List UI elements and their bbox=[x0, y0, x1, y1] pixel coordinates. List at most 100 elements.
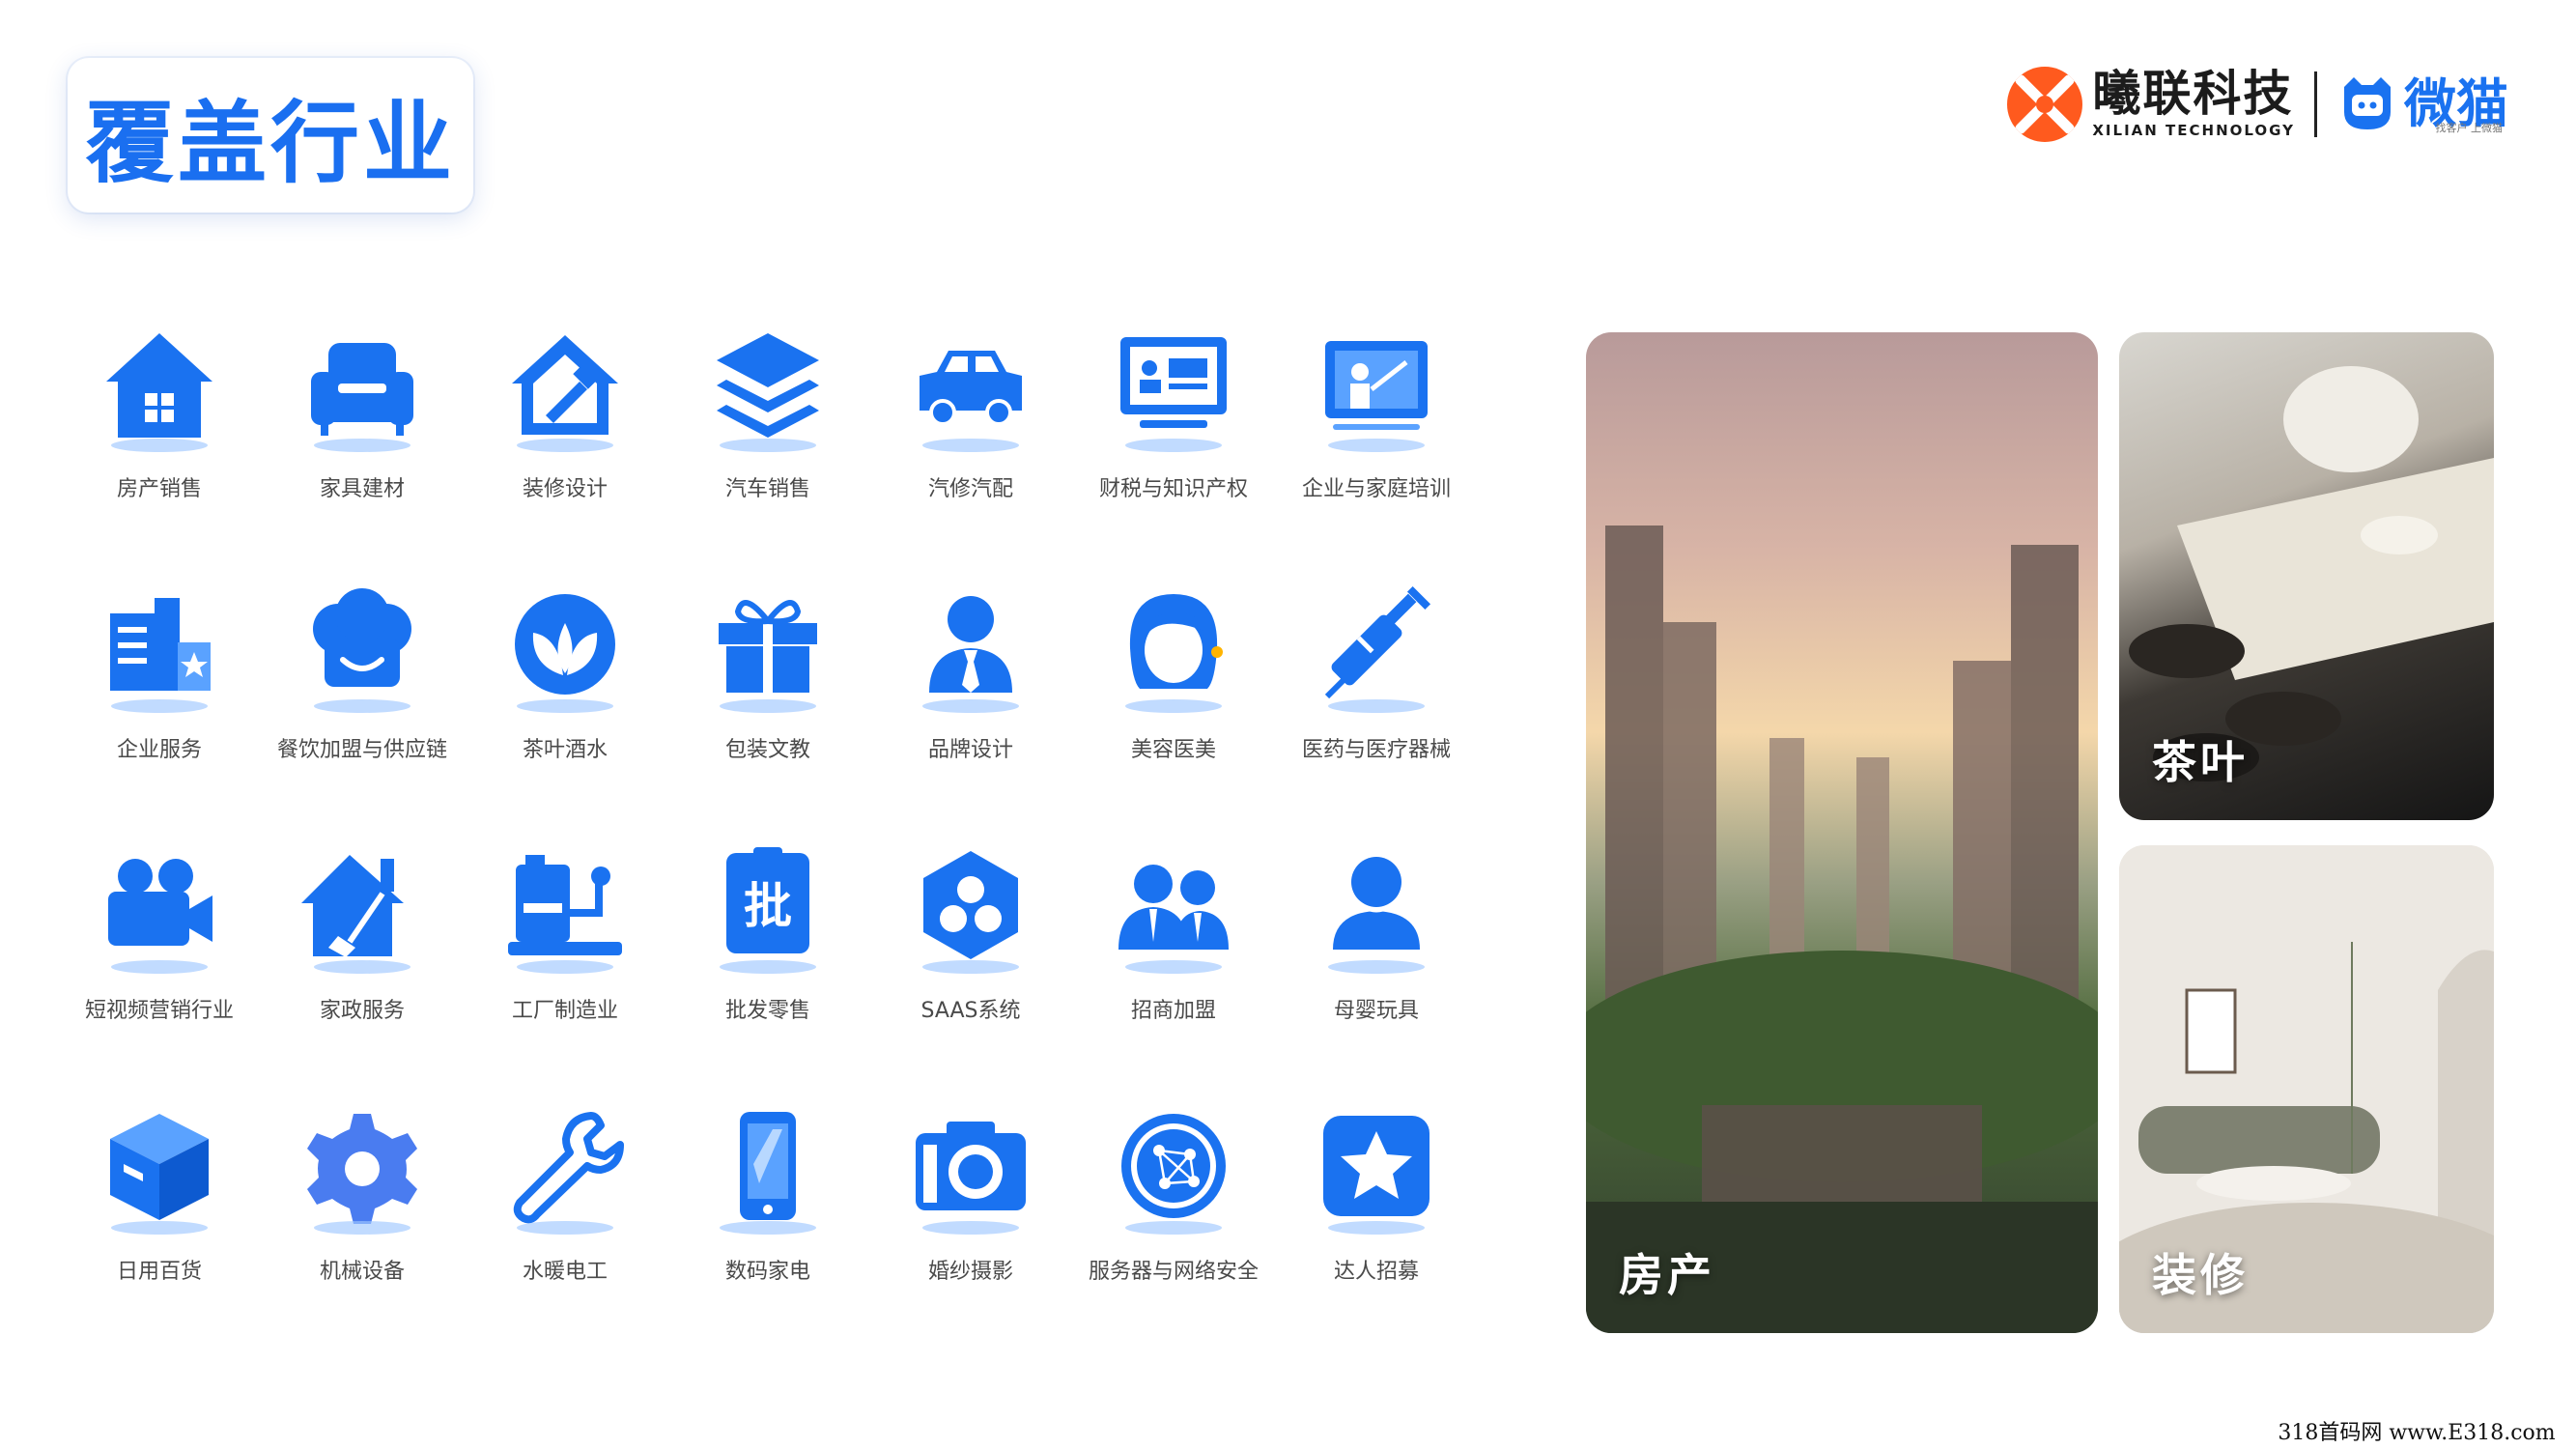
renovation-icon bbox=[497, 319, 633, 454]
industry-label: 美容医美 bbox=[1130, 738, 1216, 762]
sofa-icon bbox=[295, 319, 430, 454]
industry-item: 财税与知识产权 bbox=[1072, 319, 1275, 580]
industry-label: 机械设备 bbox=[319, 1260, 405, 1284]
industry-label: 批发零售 bbox=[724, 999, 810, 1023]
woman-icon bbox=[1106, 580, 1241, 715]
industry-item: 茶叶酒水 bbox=[464, 580, 666, 840]
cat-logo-icon bbox=[2344, 77, 2391, 129]
house-broom-icon bbox=[295, 840, 430, 976]
industry-item: 家具建材 bbox=[261, 319, 464, 580]
leaf-icon bbox=[497, 580, 633, 715]
xilian-logo-icon bbox=[2007, 67, 2083, 142]
industry-label: 包装文教 bbox=[724, 738, 810, 762]
industry-label: 招商加盟 bbox=[1130, 999, 1216, 1023]
industry-label: 茶叶酒水 bbox=[522, 738, 608, 762]
wholesale-icon: 批 bbox=[700, 840, 835, 976]
industry-item: 汽修汽配 bbox=[869, 319, 1072, 580]
house-icon bbox=[92, 319, 227, 454]
industry-label: 婚纱摄影 bbox=[927, 1260, 1013, 1284]
industry-item: 餐饮加盟与供应链 bbox=[261, 580, 464, 840]
title-card: 覆盖行业 bbox=[68, 58, 473, 213]
photo-tea: 茶叶 bbox=[2119, 332, 2494, 820]
layers-icon bbox=[700, 319, 835, 454]
industry-label: 工厂制造业 bbox=[511, 999, 618, 1023]
star-icon bbox=[1309, 1101, 1444, 1236]
training-icon bbox=[1309, 319, 1444, 454]
gear-icon bbox=[295, 1101, 430, 1236]
industry-label: 家政服务 bbox=[319, 999, 405, 1023]
phone-icon bbox=[700, 1101, 835, 1236]
partner-slogan: 找客户 上微猫 bbox=[2435, 122, 2504, 134]
industry-item: 房产销售 bbox=[58, 319, 261, 580]
industry-item: 招商加盟 bbox=[1072, 840, 1275, 1101]
industry-label: 企业服务 bbox=[116, 738, 202, 762]
industry-label: 短视频营销行业 bbox=[84, 999, 234, 1023]
industry-label: 汽修汽配 bbox=[927, 477, 1013, 501]
industry-label: 企业与家庭培训 bbox=[1301, 477, 1451, 501]
page-title: 覆盖行业 bbox=[84, 91, 456, 195]
industry-label: 财税与知识产权 bbox=[1098, 477, 1248, 501]
industry-label: 达人招募 bbox=[1333, 1260, 1419, 1284]
industry-label: 家具建材 bbox=[319, 477, 405, 501]
industry-item: 汽车销售 bbox=[666, 319, 869, 580]
industry-item: 装修设计 bbox=[464, 319, 666, 580]
industry-item: SAAS系统 bbox=[869, 840, 1072, 1101]
industry-item: 企业服务 bbox=[58, 580, 261, 840]
factory-machine-icon bbox=[497, 840, 633, 976]
industry-label: 汽车销售 bbox=[724, 477, 810, 501]
photo-renovation: 装修 bbox=[2119, 845, 2494, 1333]
person-tie-icon bbox=[903, 580, 1038, 715]
industry-label: 日用百货 bbox=[116, 1260, 202, 1284]
svg-text:批: 批 bbox=[744, 878, 792, 934]
brand-name: 曦联科技 bbox=[2092, 66, 2294, 122]
industry-item: 包装文教 bbox=[666, 580, 869, 840]
industry-item: 批批发零售 bbox=[666, 840, 869, 1101]
hexagon-icon bbox=[903, 840, 1038, 976]
camera-icon bbox=[903, 1101, 1038, 1236]
photo-real-estate: 房产 bbox=[1586, 332, 2098, 1333]
industry-grid: 房产销售 家具建材 装修设计 汽车销售 汽修汽配 财税与知识产权 企业与家庭培训企业服务 餐饮… bbox=[58, 319, 1468, 1362]
cube-box-icon bbox=[92, 1101, 227, 1236]
user-icon bbox=[1309, 840, 1444, 976]
photo-label: 茶叶 bbox=[2152, 736, 2249, 788]
industry-label: SAAS系统 bbox=[920, 999, 1021, 1023]
industry-item: 品牌设计 bbox=[869, 580, 1072, 840]
industry-item: 达人招募 bbox=[1275, 1101, 1478, 1362]
industry-label: 母婴玩具 bbox=[1333, 999, 1419, 1023]
industry-item: 短视频营销行业 bbox=[58, 840, 261, 1101]
logo-divider bbox=[2314, 71, 2317, 137]
industry-item: 美容医美 bbox=[1072, 580, 1275, 840]
industry-item: 水暖电工 bbox=[464, 1101, 666, 1362]
industry-item: 婚纱摄影 bbox=[869, 1101, 1072, 1362]
car-icon bbox=[903, 319, 1038, 454]
industry-item: 企业与家庭培训 bbox=[1275, 319, 1478, 580]
industry-item: 母婴玩具 bbox=[1275, 840, 1478, 1101]
brand-name-en: XILIAN TECHNOLOGY bbox=[2092, 122, 2295, 139]
video-camera-icon bbox=[92, 840, 227, 976]
industry-item: 家政服务 bbox=[261, 840, 464, 1101]
industry-label: 数码家电 bbox=[724, 1260, 810, 1284]
globe-icon bbox=[1106, 1101, 1241, 1236]
industry-item: 工厂制造业 bbox=[464, 840, 666, 1101]
wrench-icon bbox=[497, 1101, 633, 1236]
industry-label: 服务器与网络安全 bbox=[1088, 1260, 1259, 1284]
group-icon bbox=[1106, 840, 1241, 976]
industry-label: 医药与医疗器械 bbox=[1301, 738, 1451, 762]
industry-item: 服务器与网络安全 bbox=[1072, 1101, 1275, 1362]
monitor-icon bbox=[1106, 319, 1241, 454]
industry-item: 日用百货 bbox=[58, 1101, 261, 1362]
building-icon bbox=[92, 580, 227, 715]
industry-label: 水暖电工 bbox=[522, 1260, 608, 1284]
industry-item: 数码家电 bbox=[666, 1101, 869, 1362]
syringe-icon bbox=[1309, 580, 1444, 715]
watermark: 318首码网 www.E318.com bbox=[2257, 1412, 2576, 1449]
gift-box-icon bbox=[700, 580, 835, 715]
chef-hat-icon bbox=[295, 580, 430, 715]
industry-label: 房产销售 bbox=[116, 477, 202, 501]
industry-label: 餐饮加盟与供应链 bbox=[276, 738, 447, 762]
photo-label: 装修 bbox=[2152, 1249, 2249, 1301]
industry-label: 品牌设计 bbox=[927, 738, 1013, 762]
photo-label: 房产 bbox=[1619, 1249, 1715, 1301]
industry-item: 机械设备 bbox=[261, 1101, 464, 1362]
industry-label: 装修设计 bbox=[522, 477, 608, 501]
